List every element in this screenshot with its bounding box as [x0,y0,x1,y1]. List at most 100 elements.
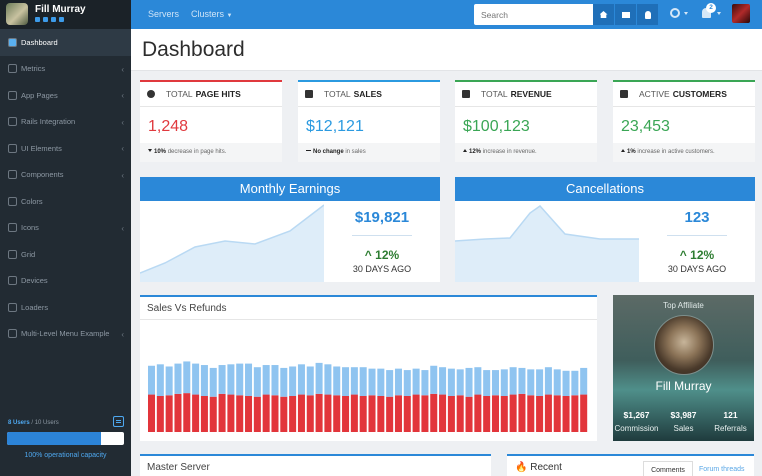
sidebar-item-devices[interactable]: Devices [0,268,131,295]
sidebar-item-icons[interactable]: Icons ‹ [0,215,131,242]
sidebar-item-label: Grid [21,249,36,259]
caret-down-icon [684,12,688,15]
user-settings-icon[interactable] [51,17,56,22]
avatar[interactable] [6,3,28,25]
sidebar-item-metrics[interactable]: Metrics ‹ [0,56,131,83]
avatar[interactable] [732,4,750,23]
tab-comments[interactable]: Comments [643,461,693,476]
bar-sales [553,369,561,396]
bar-sales [236,363,244,396]
bar-sales [562,370,570,396]
menu-toggle-icon[interactable] [113,416,124,427]
earnings-change: ^ 12% [364,248,400,262]
bar-sales [359,367,367,396]
affiliate-title: Top Affiliate [663,301,704,310]
bar-sales [174,363,182,394]
sidebar-item-loaders[interactable]: Loaders [0,294,131,321]
affiliate-sales: $3,987 Sales [670,410,697,433]
search-box [474,4,608,25]
bar-refunds [465,396,473,432]
sidebar-item-ui-elements[interactable]: UI Elements ‹ [0,135,131,162]
bar-refunds [474,394,482,432]
mail-icon [621,11,630,18]
profile-button[interactable] [637,4,659,25]
user-mail-icon[interactable] [43,17,48,22]
bar-sales [350,367,358,395]
affiliate-commission: $1,267 Commission [614,410,659,433]
sidebar-item-components[interactable]: Components ‹ [0,162,131,189]
search-input[interactable] [474,4,584,25]
sidebar-item-app-pages[interactable]: App Pages ‹ [0,82,131,109]
devices-icon [8,276,17,286]
sales-vs-refunds-panel: Sales Vs Refunds [140,295,597,441]
chevron-left-icon: ‹ [121,144,124,153]
mail-button[interactable] [615,4,637,25]
bar-sales [412,368,420,395]
sidebar-item-multi-level-menu-example[interactable]: Multi-Level Menu Example ‹ [0,321,131,348]
sidebar-item-label: Colors [21,196,43,206]
caret-up-icon: ^ [679,248,687,262]
sidebar-item-dashboard[interactable]: Dashboard [0,29,131,56]
bar-refunds [333,395,341,432]
capacity-bar-fill [7,432,101,445]
bar-sales [218,365,226,394]
bar-refunds [218,393,226,432]
bar-sales [165,366,173,396]
user-logout-icon[interactable] [59,17,64,22]
bar-sales [297,364,305,395]
stat-footer: No change in sales [298,143,440,162]
bar-refunds [553,395,561,432]
stat-value: $12,121 [306,118,364,135]
earnings-panel-1: Cancellations 123 ^ 12% 30 DAYS AGO [455,177,755,282]
bar-sales [447,368,455,396]
panel-title: Cancellations [455,177,755,201]
trophy-icon [305,90,313,98]
home-button[interactable] [593,4,615,25]
sidebar-item-label: Devices [21,276,48,286]
bar-refunds [156,396,164,432]
arrow-up-icon [463,149,467,152]
bar-sales [571,370,579,396]
bar-refunds [227,394,235,432]
bar-refunds [324,394,332,432]
sidebar-item-label: Loaders [21,302,49,312]
stat-header: ACTIVE CUSTOMERS [613,82,755,107]
stat-value: $100,123 [463,118,530,135]
servers-link[interactable]: Servers [148,9,179,19]
bar-sales [262,365,270,395]
trend-area [455,206,639,282]
bar-refunds [509,394,517,432]
sidebar-item-label: Metrics [21,64,46,74]
bar-refunds [359,396,367,432]
bar-refunds [412,394,420,432]
page-header: Dashboard [131,29,762,71]
bar-refunds [527,395,535,432]
bar-refunds [297,394,305,432]
bar-refunds [421,395,429,432]
user-box: Fill Murray [0,0,131,29]
bar-refunds [289,396,297,432]
sidebar-item-label: Multi-Level Menu Example [21,329,110,339]
earnings-amount: $19,821 [354,209,410,226]
bar-sales [289,366,297,396]
sidebar-item-rails-integration[interactable]: Rails Integration ‹ [0,109,131,136]
tab-forum-threads[interactable]: Forum threads [699,466,745,473]
bar-sales [368,368,376,396]
divider [667,235,727,236]
user-profile-icon[interactable] [35,17,40,22]
gear-icon[interactable] [670,8,680,18]
bar-refunds [368,395,376,432]
user-name: Fill Murray [35,4,86,15]
earnings-summary: $19,821 ^ 12% 30 DAYS AGO [324,201,440,282]
sidebar-item-colors[interactable]: Colors [0,188,131,215]
bar-sales [536,369,544,396]
bar-sales [192,363,200,395]
diamond-icon [8,117,17,127]
capacity-widget: 8 Users / 10 Users 100% operational capa… [0,416,131,476]
bar-sales [474,367,482,395]
sidebar-item-grid[interactable]: Grid [0,241,131,268]
clusters-dropdown[interactable]: Clusters ▼ [191,9,232,19]
bar-refunds [386,396,394,432]
bar-refunds [183,393,191,432]
bar-refunds [562,396,570,432]
